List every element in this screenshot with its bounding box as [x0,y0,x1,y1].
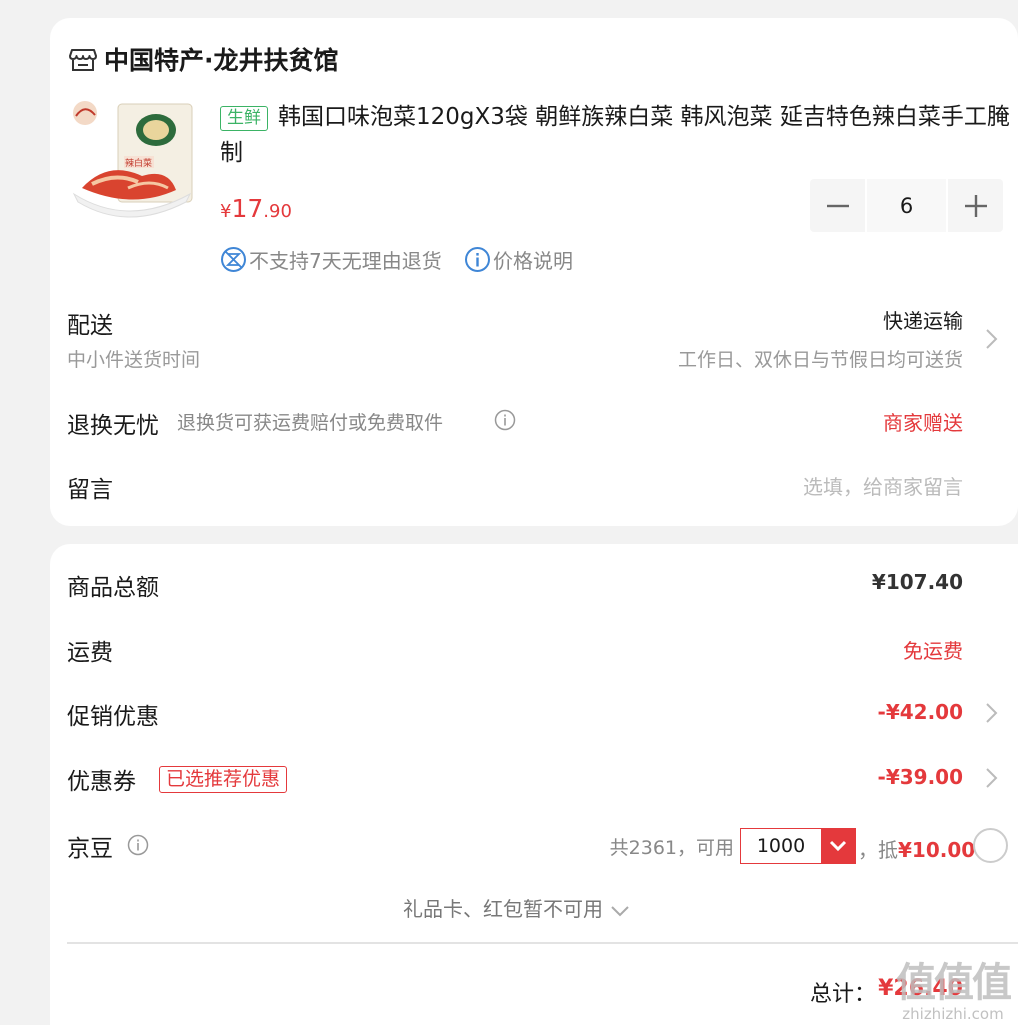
goods-total-label: 商品总额 [67,575,159,601]
jd-bean-select[interactable]: 1000 [740,828,856,864]
product-title[interactable]: 韩国口味泡菜120gX3袋 朝鲜族辣白菜 韩风泡菜 延吉特色辣白菜手工腌制 [220,99,1010,171]
price-info-text: 价格说明 [493,248,573,273]
increase-button[interactable] [948,179,1003,232]
jd-bean-total: 共2361，可用 [609,837,734,859]
message-input[interactable]: 选填，给商家留言 [803,471,963,500]
jd-bean-dropdown-button[interactable] [821,829,855,863]
fresh-tag: 生鲜 [220,106,268,131]
store-icon [69,49,97,71]
divider [67,942,1018,944]
plus-icon [964,194,987,217]
goods-total-value: ¥107.40 [871,570,963,594]
price-info-link[interactable]: 价格说明 [464,245,573,273]
info-icon [465,246,490,272]
coupon-label: 优惠券 [67,769,136,795]
coupon-tag[interactable]: 已选推荐优惠 [159,766,288,793]
price-decimal: .90 [263,201,292,222]
jd-info-icon[interactable] [127,834,149,856]
jd-deduct-amount: ¥10.00 [898,838,976,862]
chevron-down-icon [611,905,630,916]
quantity-stepper: 6 [810,179,1003,232]
chevron-right-icon[interactable] [984,767,998,789]
delivery-sub: 中小件送货时间 [67,349,201,371]
return-value: 商家赠送 [883,411,963,435]
giftcard-toggle[interactable]: 礼品卡、红包暂不可用 [403,893,631,922]
jd-deduct-prefix: ，抵 [858,838,898,862]
shipping-value: 免运费 [903,639,963,663]
no-return-service[interactable]: 不支持7天无理由退货 [220,245,442,273]
jd-bean-radio[interactable] [973,828,1008,863]
jd-bean-label: 京豆 [67,836,113,862]
delivery-schedule[interactable]: 工作日、双休日与节假日均可送货 [678,345,963,372]
product-price: ¥17.90 [220,194,292,223]
return-label: 退换无忧 [67,413,159,439]
promo-value[interactable]: -¥42.00 [878,700,963,724]
price-summary-card: 商品总额 ¥107.40 运费 免运费 促销优惠 -¥42.00 优惠券 已选推… [50,544,1018,1025]
return-info-icon[interactable] [494,409,516,431]
jd-bean-deduct: ，抵¥10.00 [858,834,975,863]
coupon-value[interactable]: -¥39.00 [878,765,963,789]
promo-label: 促销优惠 [67,704,159,730]
price-integer: 17 [231,194,264,223]
decrease-button[interactable] [810,179,865,232]
price-currency: ¥ [220,201,232,222]
message-label: 留言 [67,477,113,503]
order-card: 中国特产·龙井扶贫馆 辣白菜 韩国口味泡菜120gX3袋 朝鲜族辣白菜 韩风泡菜… [50,18,1018,526]
chevron-right-icon[interactable] [984,702,998,724]
quantity-value[interactable]: 6 [865,179,948,232]
no-return-icon [221,246,246,272]
total-label: 总计： [810,982,877,1007]
shop-name[interactable]: 中国特产·龙井扶贫馆 [104,44,339,78]
delivery-label: 配送 [67,313,113,339]
chevron-down-icon [829,840,847,852]
total-value: ¥26.40 [878,976,963,1001]
shipping-label: 运费 [67,640,113,666]
minus-icon [826,204,849,207]
jd-bean-amount: 1000 [756,835,806,857]
delivery-method[interactable]: 快递运输 [883,305,963,334]
no-return-text: 不支持7天无理由退货 [249,248,442,273]
package-label: 辣白菜 [125,157,152,169]
chevron-right-icon[interactable] [984,328,998,350]
giftcard-text: 礼品卡、红包暂不可用 [403,897,603,921]
product-image[interactable]: 辣白菜 [68,98,198,228]
return-desc: 退换货可获运费赔付或免费取件 [177,412,444,434]
